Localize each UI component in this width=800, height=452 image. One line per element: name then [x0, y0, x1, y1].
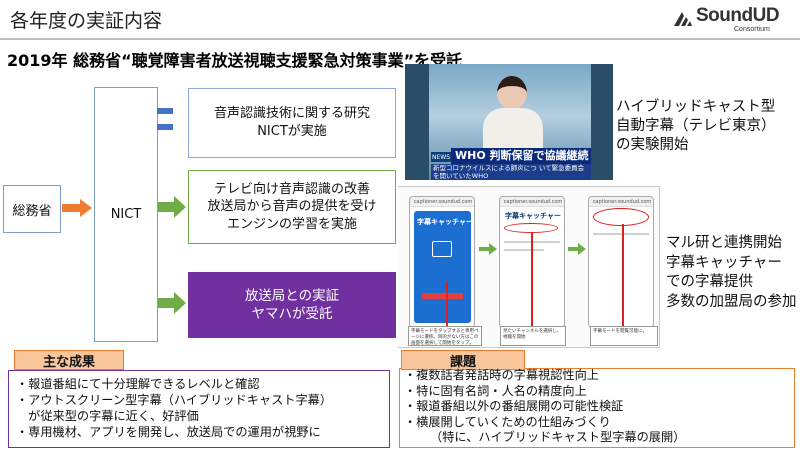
task-line: テレビ向け音声認識の改善 [213, 181, 370, 197]
url-bar: captioner.soundud.com [410, 197, 474, 207]
list-item: ・専用機材、アプリを開発し、放送局での運用が視野に [16, 425, 321, 439]
callout-pointer [531, 233, 533, 326]
soundud-logo: SoundUD Consortium [672, 5, 794, 36]
issues-label: 課題 [401, 350, 525, 370]
sound-wave-icon [674, 12, 692, 26]
phone-screen-captions: captioner.soundud.com [588, 196, 654, 328]
page-title: 各年度の実証内容 [10, 10, 163, 32]
channel-select-highlight [504, 223, 558, 233]
list-item: ・アウトスクリーン型字幕（ハイブリッドキャスト字幕） [16, 393, 333, 407]
ministry-label: 総務省 [12, 203, 52, 219]
tv-description: ハイブリッドキャスト型 自動字幕（テレビ東京） の実験開始 [616, 99, 776, 154]
news-logo: NEWS [431, 152, 451, 162]
task-line: 放送局から音声の提供を受け [207, 199, 377, 215]
task-arrow [158, 196, 186, 218]
list-item: ・特に固有名詞・人名の精度向上 [404, 383, 587, 398]
app-name: 字幕キャッチャー [505, 212, 561, 220]
slide-subtitle: 2019年 総務省“聴覚障害者放送視聴支援緊急対策事業”を受託 [7, 51, 463, 70]
list-item: ・報道番組以外の番組展開の可能性検証 [404, 399, 624, 414]
list-item: ・複数話者発話時の字幕視認性向上 [404, 368, 599, 382]
list-item: が従来型の字幕に近く、好評価 [16, 409, 199, 423]
list-item: ・報道番組にて十分理解できるレベルと確認 [16, 377, 260, 391]
task-box-tv-recognition: テレビ向け音声認識の改善 放送局から音声の提供を受け エンジンの学習を実施 [188, 170, 396, 244]
results-label: 主な成果 [14, 350, 124, 370]
callout-captions: 字幕モードを閲覧可能に。 [590, 326, 658, 346]
step-arrow [568, 243, 586, 255]
task-line: NICTが実施 [257, 124, 327, 139]
list-item-note: （特に、ハイブリッドキャスト型字幕の展開） [430, 430, 686, 445]
task-box-broadcaster-demo: 放送局との実証 ヤマハが受託 [188, 272, 396, 338]
ministry-to-nict-arrow [62, 199, 92, 217]
start-button[interactable] [422, 293, 463, 299]
issues-list: ・複数話者発話時の字幕視認性向上 ・特に固有名詞・人名の精度向上 ・報道番組以外… [404, 368, 685, 446]
task-line: 音声認識技術に関する研究 [213, 106, 370, 122]
ministry-box: 総務省 [3, 185, 61, 233]
callout-channel: 見たいチャンネルを選択し、視聴を開始 [500, 326, 566, 346]
tv-headline: WHO 判断保留で協議継続 [451, 148, 591, 164]
phone-screen-start: captioner.soundud.com 字幕キャッチャー [409, 196, 475, 328]
callout-pointer [446, 282, 448, 326]
list-item: ・横展開していくための仕組みづくり [404, 414, 611, 429]
connector-bar [157, 108, 173, 114]
logo-subtext: Consortium [734, 26, 770, 33]
nict-box: NICT [94, 87, 158, 342]
results-list: ・報道番組にて十分理解できるレベルと確認 ・アウトスクリーン型字幕（ハイブリッド… [16, 376, 332, 440]
caption-icon [432, 241, 452, 257]
task-arrow [158, 292, 186, 314]
callout-pointer [622, 224, 624, 326]
url-bar: captioner.soundud.com [500, 197, 564, 207]
logo-text: SoundUD [696, 5, 780, 26]
app-name: 字幕キャッチャー [417, 218, 473, 226]
caption-highlight [593, 208, 649, 226]
url-bar: captioner.soundud.com [589, 197, 653, 207]
task-line: ヤマハが受託 [251, 306, 333, 322]
task-box-research: 音声認識技術に関する研究 NICTが実施 [188, 88, 396, 158]
step-arrow [479, 243, 497, 255]
news-anchor [497, 76, 527, 110]
tv-broadcast-screenshot: NEWS WHO 判断保留で協議継続 新型コロナウイルスによる肺炎につ いて緊急… [405, 64, 613, 180]
task-line: 放送局との実証 [244, 287, 340, 304]
tv-caption: 新型コロナウイルスによる肺炎につ いて緊急委員会を開いていたWHO [431, 164, 591, 180]
callout-start: 字幕モードをタップすると専用ページに遷移。目的がない方はこの画面を選択して開始を… [408, 326, 482, 346]
nict-label: NICT [110, 207, 142, 222]
connector-bar [157, 124, 173, 130]
phones-description: マル研と連携開始 字幕キャッチャー での字幕提供 多数の加盟局の参加 [666, 235, 797, 311]
task-line: エンジンの学習を実施 [226, 216, 357, 232]
